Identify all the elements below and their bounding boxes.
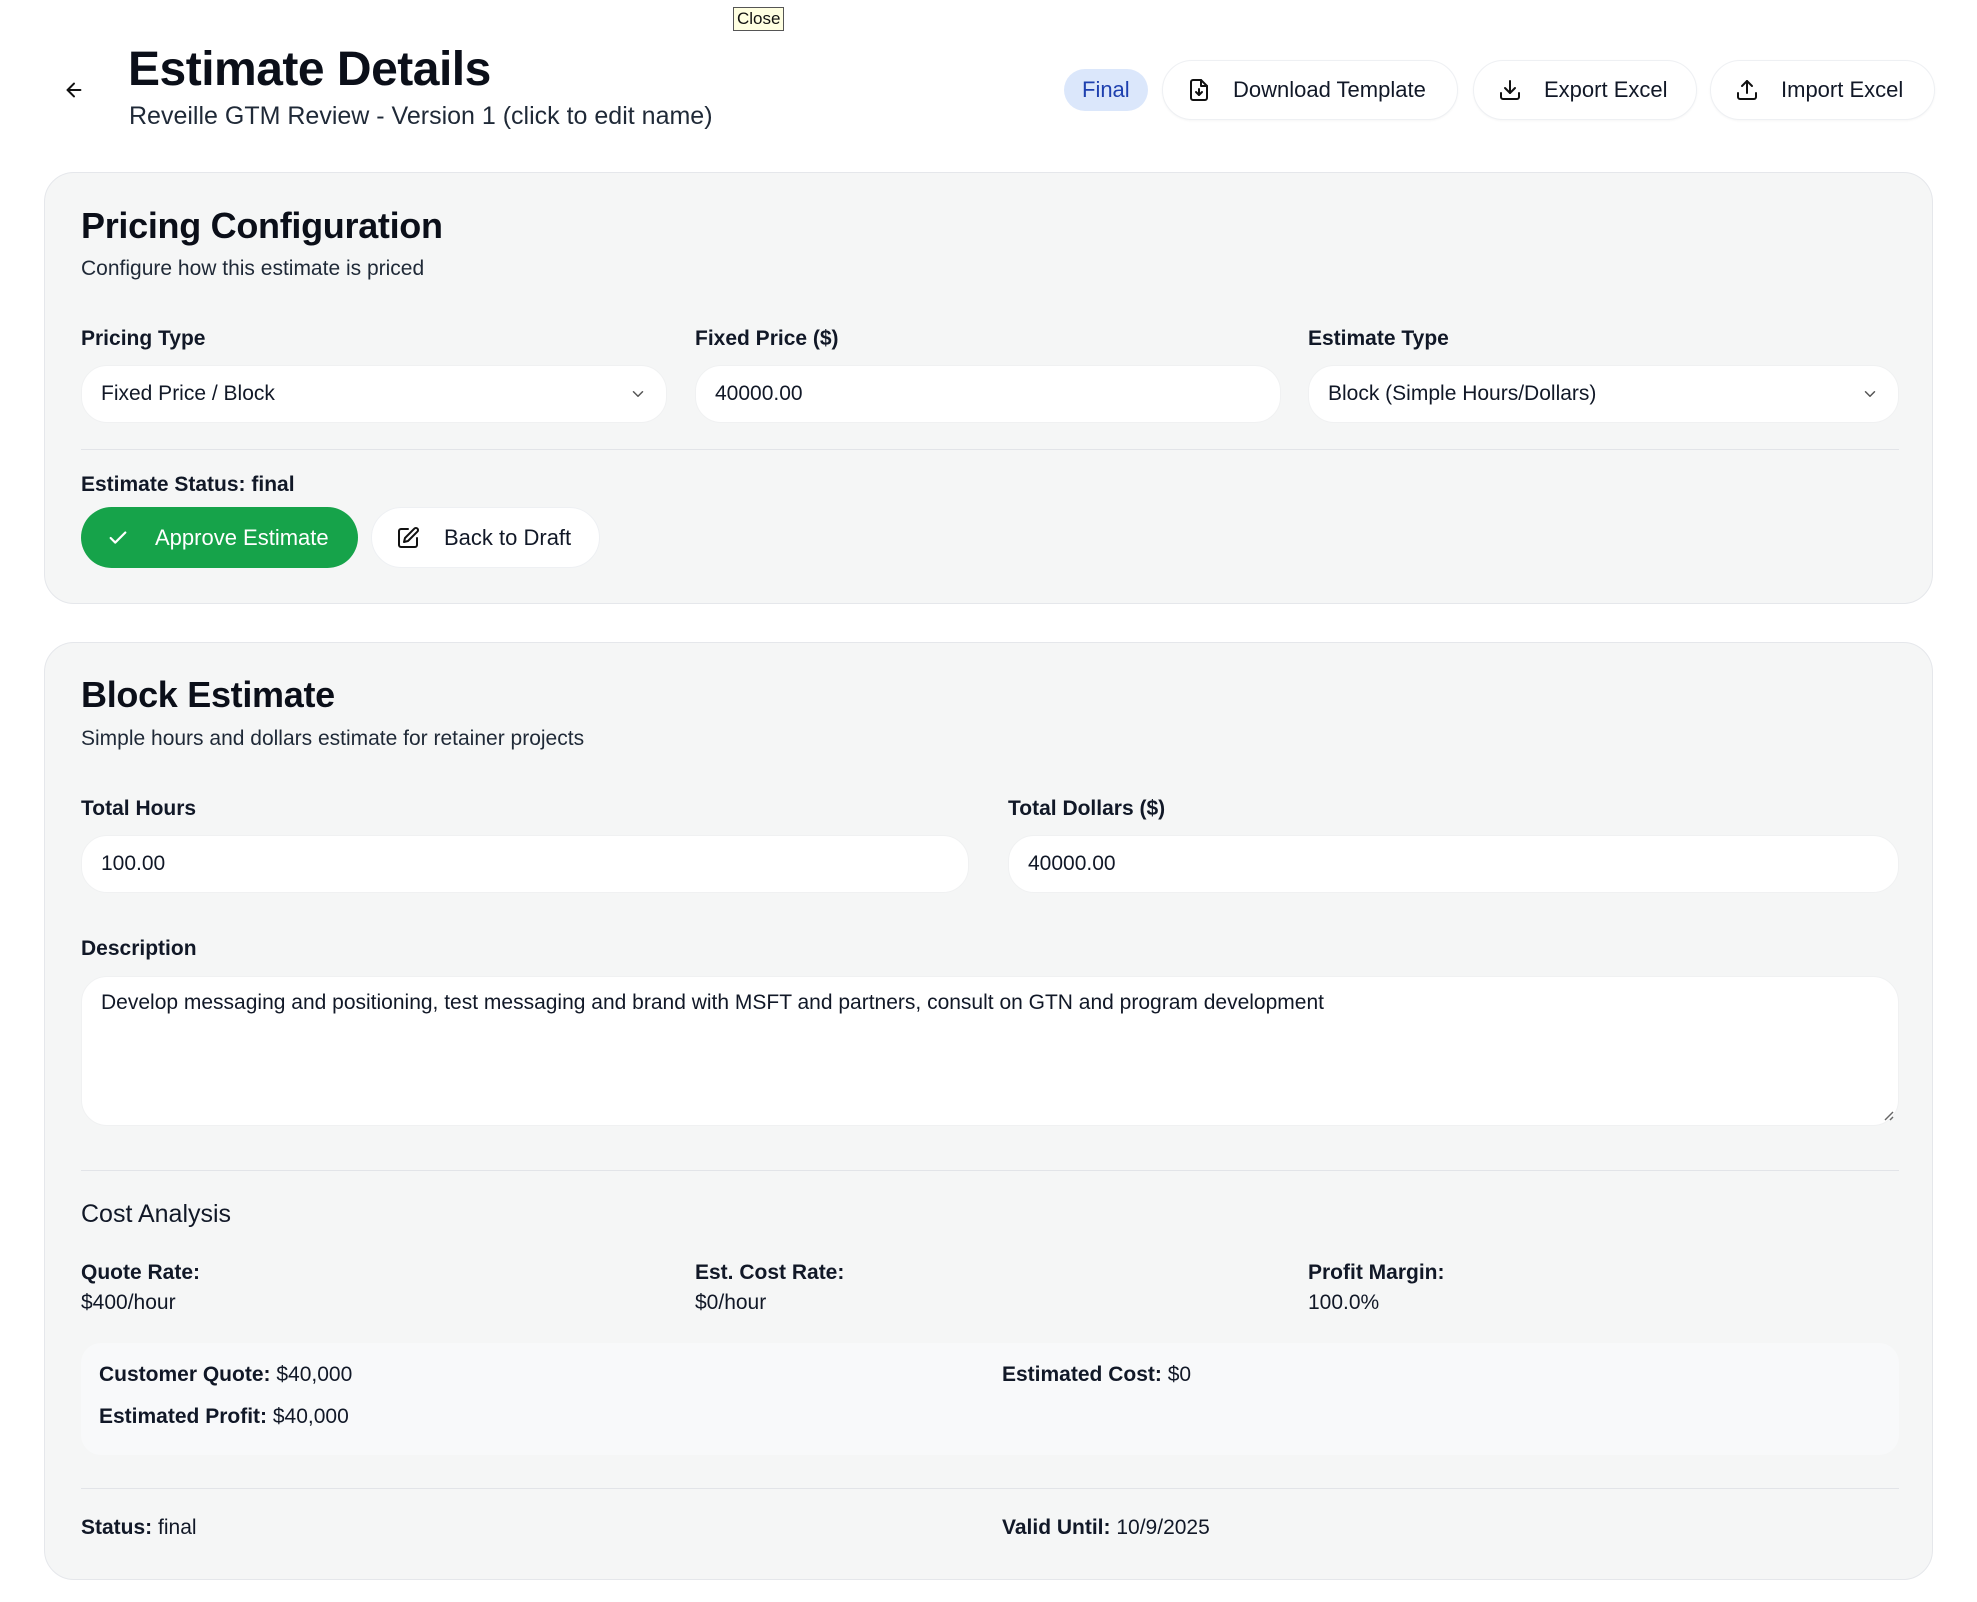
customer-quote-value: $40,000 — [276, 1363, 353, 1386]
pricing-configuration-card: Pricing Configuration Configure how this… — [44, 172, 1933, 604]
resize-handle-icon[interactable] — [1880, 1107, 1894, 1121]
total-hours-label: Total Hours — [81, 797, 197, 820]
chevron-down-icon — [632, 391, 644, 397]
approve-estimate-label: Approve Estimate — [155, 524, 329, 550]
export-excel-button[interactable]: Export Excel — [1473, 60, 1697, 120]
estimate-status-label: Estimate Status: — [81, 473, 246, 496]
upload-icon — [1737, 80, 1757, 100]
total-hours-input[interactable]: 100.00 — [81, 835, 969, 893]
cost-rate-label: Est. Cost Rate: — [695, 1261, 845, 1284]
pricing-type-label: Pricing Type — [81, 327, 206, 350]
estimated-profit-label: Estimated Profit: — [99, 1405, 268, 1428]
page-title: Estimate Details — [128, 43, 491, 96]
pricing-card-description: Configure how this estimate is priced — [81, 257, 425, 280]
cost-summary: Customer Quote: $40,000 Estimated Cost: … — [81, 1343, 1899, 1455]
total-dollars-label: Total Dollars ($) — [1008, 797, 1166, 820]
pricing-type-value: Fixed Price / Block — [101, 382, 275, 405]
fixed-price-input[interactable]: 40000.00 — [695, 365, 1281, 423]
divider — [81, 1488, 1899, 1489]
back-to-draft-label: Back to Draft — [444, 524, 572, 550]
fixed-price-value: 40000.00 — [715, 382, 803, 405]
file-download-icon — [1190, 79, 1208, 101]
estimate-name[interactable]: Reveille GTM Review - Version 1 (click t… — [129, 102, 713, 131]
estimate-type-value: Block (Simple Hours/Dollars) — [1328, 382, 1597, 405]
estimated-cost-value: $0 — [1167, 1363, 1192, 1386]
block-card-title: Block Estimate — [81, 674, 335, 715]
download-template-label: Download Template — [1233, 77, 1426, 102]
check-icon — [109, 530, 127, 544]
customer-quote-label: Customer Quote: — [99, 1363, 271, 1386]
valid-until-value: 10/9/2025 — [1116, 1516, 1210, 1539]
quote-rate-value: $400/hour — [81, 1291, 176, 1314]
edit-icon — [398, 526, 419, 548]
cost-analysis-heading: Cost Analysis — [81, 1200, 232, 1228]
description-value: Develop messaging and positioning, test … — [101, 991, 1324, 1014]
customer-quote: Customer Quote: $40,000 — [99, 1363, 352, 1387]
description-textarea[interactable]: Develop messaging and positioning, test … — [81, 976, 1899, 1126]
estimate-type-label: Estimate Type — [1308, 327, 1449, 350]
valid-until: Valid Until: 10/9/2025 — [1002, 1516, 1210, 1540]
quote-rate-label: Quote Rate: — [81, 1261, 201, 1284]
estimate-type-select[interactable]: Block (Simple Hours/Dollars) — [1308, 365, 1899, 423]
valid-until-label: Valid Until: — [1002, 1516, 1111, 1539]
footer-status-label: Status: — [81, 1516, 153, 1539]
total-dollars-value: 40000.00 — [1028, 852, 1116, 875]
estimated-profit: Estimated Profit: $40,000 — [99, 1405, 349, 1429]
block-estimate-card: Block Estimate Simple hours and dollars … — [44, 642, 1933, 1580]
cost-rate-value: $0/hour — [695, 1291, 767, 1314]
arrow-left-icon — [66, 82, 82, 98]
export-excel-label: Export Excel — [1544, 77, 1668, 102]
status-badge: Final — [1064, 69, 1148, 111]
estimated-cost-label: Estimated Cost: — [1002, 1363, 1162, 1386]
footer-status-value: final — [158, 1516, 197, 1539]
page-header: Estimate Details Reveille GTM Review - V… — [0, 0, 1977, 170]
estimated-cost: Estimated Cost: $0 — [1002, 1363, 1191, 1387]
estimate-status-value: final — [251, 473, 295, 496]
description-label: Description — [81, 937, 197, 960]
block-card-description: Simple hours and dollars estimate for re… — [81, 727, 585, 750]
import-excel-label: Import Excel — [1781, 77, 1904, 102]
estimated-profit-value: $40,000 — [272, 1405, 349, 1428]
profit-margin-label: Profit Margin: — [1308, 1261, 1445, 1284]
chevron-down-icon — [1864, 391, 1876, 397]
total-hours-value: 100.00 — [101, 852, 166, 875]
approve-estimate-button[interactable]: Approve Estimate — [81, 507, 358, 568]
back-to-draft-button[interactable]: Back to Draft — [371, 507, 600, 568]
profit-margin-value: 100.0% — [1308, 1291, 1380, 1314]
divider — [81, 449, 1899, 450]
fixed-price-label: Fixed Price ($) — [695, 327, 839, 350]
back-button[interactable] — [56, 72, 92, 108]
divider — [81, 1170, 1899, 1171]
pricing-card-title: Pricing Configuration — [81, 205, 443, 246]
estimate-status: Estimate Status: final — [81, 473, 295, 497]
download-icon — [1500, 80, 1520, 100]
pricing-type-select[interactable]: Fixed Price / Block — [81, 365, 667, 423]
import-excel-button[interactable]: Import Excel — [1710, 60, 1935, 120]
download-template-button[interactable]: Download Template — [1162, 60, 1458, 120]
total-dollars-input[interactable]: 40000.00 — [1008, 835, 1899, 893]
footer-status: Status: final — [81, 1516, 197, 1540]
